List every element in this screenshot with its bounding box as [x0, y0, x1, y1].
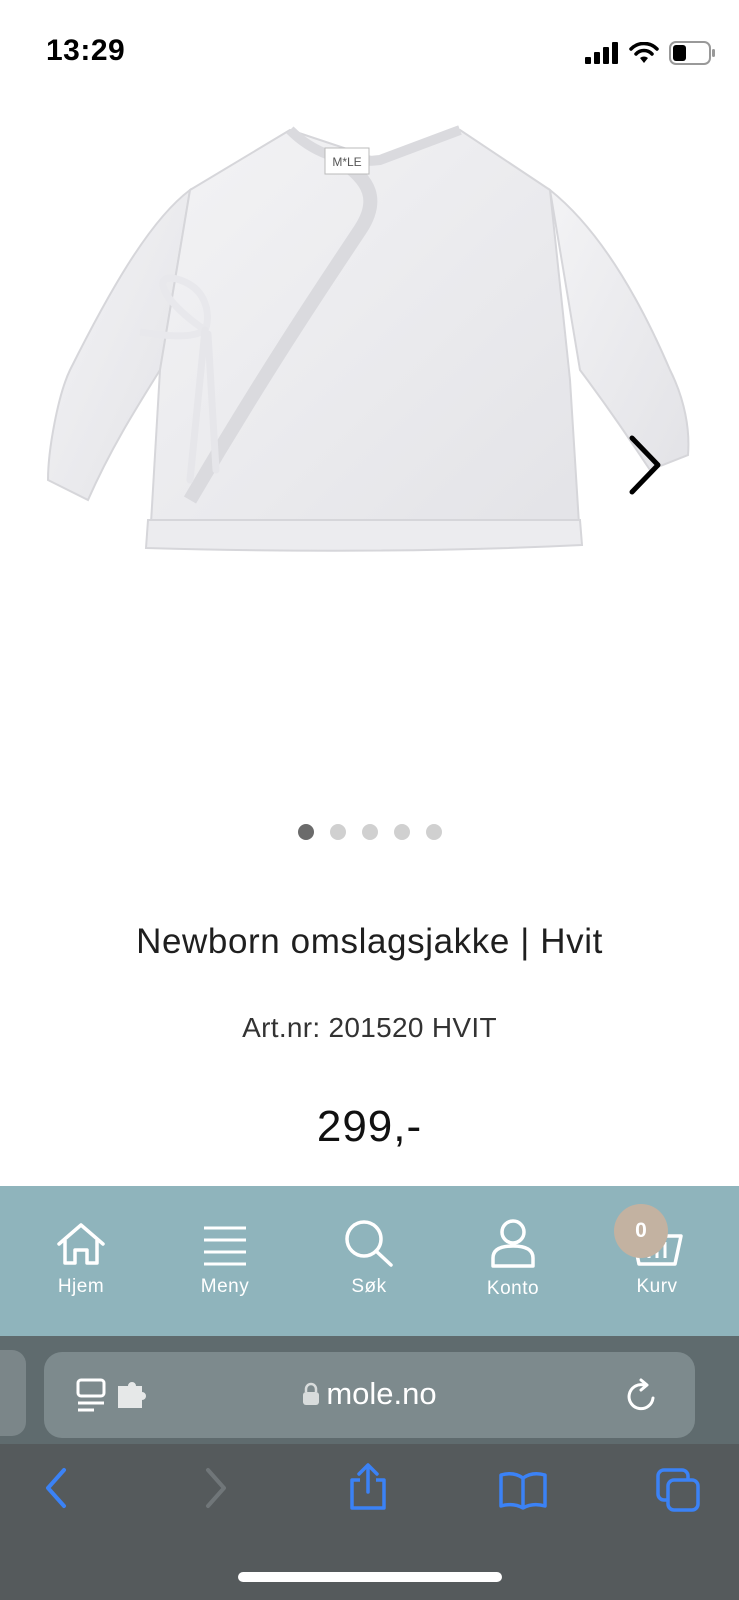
cart-count-badge: 0	[614, 1204, 668, 1258]
pagination-dot[interactable]	[425, 824, 442, 840]
address-bar[interactable]: mole.no	[44, 1352, 695, 1438]
status-icons	[585, 38, 715, 68]
next-image-arrow[interactable]	[620, 430, 670, 500]
browser-chrome: mole.no	[0, 1336, 739, 1600]
home-icon	[57, 1223, 105, 1265]
battery-icon	[669, 41, 715, 65]
pagination-dot[interactable]	[329, 824, 346, 840]
back-arrow-icon[interactable]	[42, 1466, 72, 1510]
nav-account-button[interactable]	[441, 1186, 585, 1336]
reload-icon[interactable]	[624, 1378, 658, 1414]
forward-arrow-icon[interactable]	[200, 1466, 230, 1510]
pagination-dot[interactable]	[393, 824, 410, 840]
product-price: 299,-	[316, 1102, 423, 1151]
nav-label-account: Konto	[486, 1278, 540, 1299]
nav-search-button[interactable]	[297, 1186, 441, 1336]
home-indicator[interactable]	[238, 1572, 502, 1582]
lock-icon	[303, 1382, 320, 1405]
product-gallery[interactable]: M*LE	[0, 100, 739, 800]
pagination-dot[interactable]	[297, 824, 314, 840]
bookmarks-icon[interactable]	[498, 1470, 548, 1510]
account-icon	[491, 1219, 535, 1268]
previous-tab-preview[interactable]	[0, 1350, 26, 1436]
nav-label-menu: Meny	[200, 1276, 250, 1297]
svg-text:M*LE: M*LE	[332, 155, 361, 169]
nav-label-home: Hjem	[57, 1276, 105, 1297]
menu-icon	[204, 1226, 246, 1266]
signal-icon	[585, 42, 618, 64]
nav-home-button[interactable]	[9, 1186, 153, 1336]
pagination-dot[interactable]	[361, 824, 378, 840]
share-icon[interactable]	[348, 1462, 388, 1512]
gallery-pagination[interactable]	[0, 824, 739, 840]
product-title: Newborn omslagsjakke | Hvit	[136, 922, 603, 961]
url-display[interactable]: mole.no	[44, 1376, 695, 1412]
status-time: 13:29	[46, 34, 126, 67]
article-number: Art.nr: 201520 HVIT	[242, 1012, 497, 1043]
product-image: M*LE	[46, 125, 690, 552]
nav-label-cart: Kurv	[636, 1276, 678, 1297]
browser-address-area: mole.no	[0, 1336, 739, 1444]
wifi-icon	[629, 42, 659, 63]
nav-label-search: Søk	[351, 1276, 387, 1297]
status-bar: 13:29	[0, 0, 739, 100]
nav-menu-button[interactable]	[153, 1186, 297, 1336]
tabs-icon[interactable]	[654, 1466, 702, 1514]
url-text: mole.no	[326, 1376, 437, 1411]
search-icon	[345, 1220, 393, 1267]
